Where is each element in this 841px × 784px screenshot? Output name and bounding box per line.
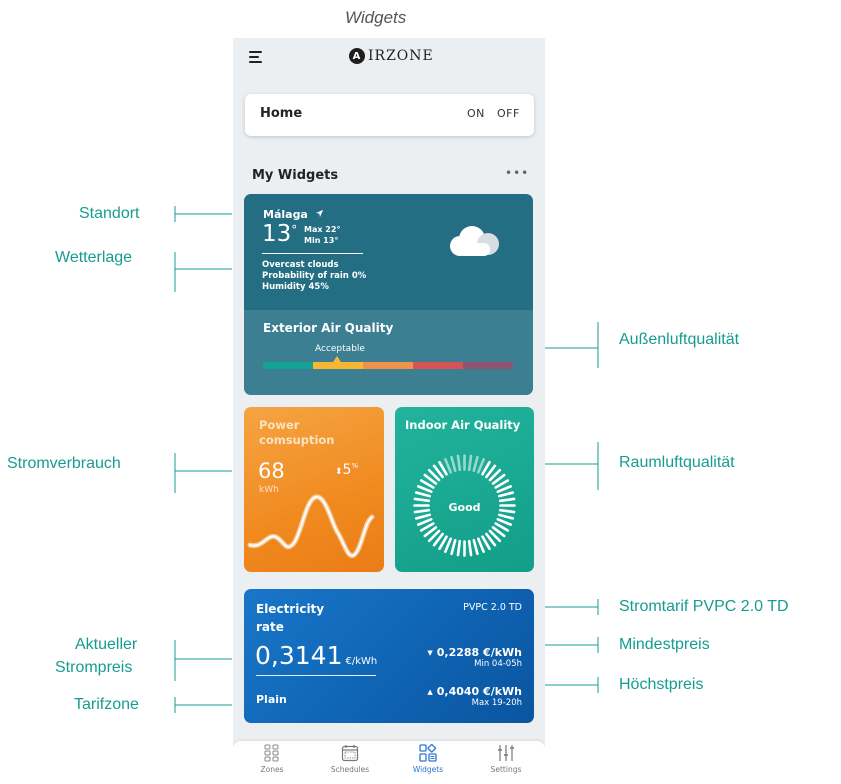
label-stromtarif: Stromtarif PVPC 2.0 TD [619,598,789,615]
label-hoechstpreis: Höchstpreis [619,676,704,693]
label-raumluftqualitaet: Raumluftqualität [619,454,735,471]
page: Widgets A IRZONE Home ON OFF My Widgets … [0,0,841,784]
label-aktueller: Aktueller [75,636,138,653]
label-standort: Standort [79,205,140,222]
label-tarifzone: Tarifzone [74,696,139,713]
label-aussenluftqualitaet: Außenluftqualität [619,331,740,348]
label-stromverbrauch: Stromverbrauch [7,455,121,472]
label-wetterlage: Wetterlage [55,249,133,266]
label-strompreis: Strompreis [55,659,133,676]
label-mindestpreis: Mindestpreis [619,636,710,653]
